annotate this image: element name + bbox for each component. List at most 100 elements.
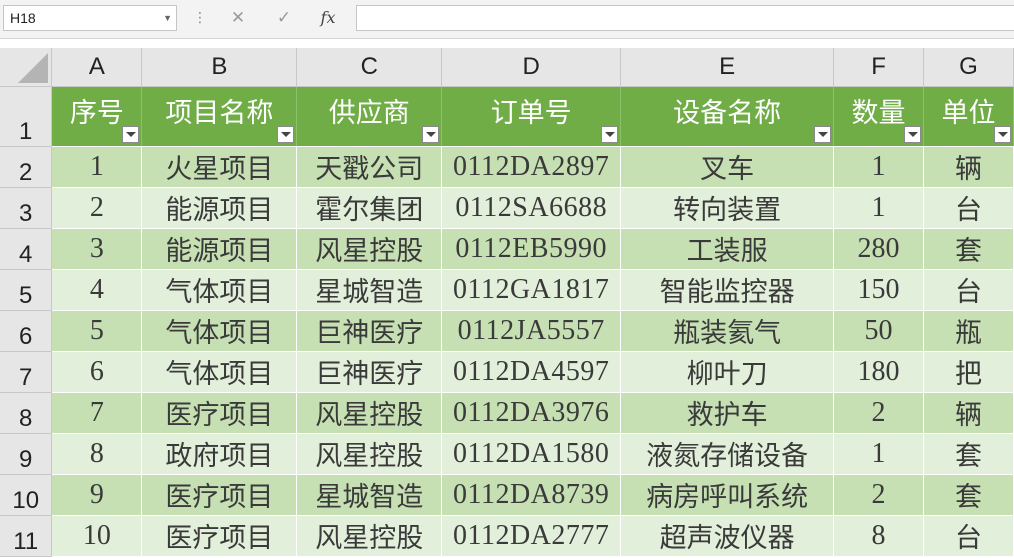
table-cell[interactable]: 50 [833,310,925,352]
filter-dropdown-icon[interactable] [994,125,1011,143]
name-box-dropdown-icon[interactable]: ▼ [163,6,172,30]
table-cell[interactable]: 转向装置 [620,187,835,229]
table-cell[interactable]: 气体项目 [141,310,298,352]
table-cell[interactable]: 气体项目 [141,351,298,393]
table-cell[interactable]: 0112EB5990 [441,228,622,270]
row-header[interactable]: 8 [0,392,53,434]
table-cell[interactable]: 巨神医疗 [296,310,443,352]
table-cell[interactable]: 巨神医疗 [296,351,443,393]
table-cell[interactable]: 150 [833,269,925,311]
table-cell[interactable]: 0112DA2897 [441,146,622,188]
column-header[interactable]: B [141,48,298,87]
filter-dropdown-icon[interactable] [422,125,440,143]
table-cell[interactable]: 2 [833,392,925,434]
table-cell[interactable]: 0112DA4597 [441,351,622,393]
column-header[interactable]: A [51,48,143,87]
filter-dropdown-icon[interactable] [904,125,922,143]
table-cell[interactable]: 智能监控器 [620,269,835,311]
table-header-cell[interactable]: 供应商 [296,86,443,147]
filter-dropdown-icon[interactable] [122,125,140,143]
column-header[interactable]: E [620,48,835,87]
name-box[interactable]: H18 ▼ [3,5,177,31]
table-cell[interactable]: 1 [833,187,925,229]
table-cell[interactable]: 瓶装氦气 [620,310,835,352]
table-cell[interactable]: 能源项目 [141,187,298,229]
table-cell[interactable]: 2 [51,187,143,229]
row-header[interactable]: 6 [0,310,53,352]
table-cell[interactable]: 9 [51,474,143,516]
table-cell[interactable]: 医疗项目 [141,474,298,516]
table-cell[interactable]: 1 [833,146,925,188]
row-header[interactable]: 5 [0,269,53,311]
table-cell[interactable]: 辆 [923,146,1014,188]
table-cell[interactable]: 台 [923,269,1014,311]
table-header-cell[interactable]: 项目名称 [141,86,298,147]
table-cell[interactable]: 天戳公司 [296,146,443,188]
filter-dropdown-icon[interactable] [601,125,619,143]
table-cell[interactable]: 台 [923,515,1014,557]
table-cell[interactable]: 风星控股 [296,392,443,434]
table-cell[interactable]: 3 [51,228,143,270]
table-cell[interactable]: 医疗项目 [141,515,298,557]
table-cell[interactable]: 1 [51,146,143,188]
row-header[interactable]: 4 [0,228,53,270]
table-cell[interactable]: 280 [833,228,925,270]
column-header[interactable]: F [833,48,925,87]
table-cell[interactable]: 政府项目 [141,433,298,475]
table-cell[interactable]: 霍尔集团 [296,187,443,229]
formula-input[interactable] [356,5,1014,31]
table-cell[interactable]: 10 [51,515,143,557]
table-header-cell[interactable]: 单位 [923,86,1014,147]
row-header[interactable]: 2 [0,146,53,188]
table-cell[interactable]: 病房呼叫系统 [620,474,835,516]
row-header[interactable]: 10 [0,474,53,516]
table-header-cell[interactable]: 订单号 [441,86,622,147]
table-cell[interactable]: 瓶 [923,310,1014,352]
table-cell[interactable]: 0112JA5557 [441,310,622,352]
table-cell[interactable]: 工装服 [620,228,835,270]
table-header-cell[interactable]: 设备名称 [620,86,835,147]
row-header[interactable]: 3 [0,187,53,229]
table-cell[interactable]: 套 [923,228,1014,270]
table-cell[interactable]: 0112DA8739 [441,474,622,516]
table-cell[interactable]: 医疗项目 [141,392,298,434]
table-header-cell[interactable]: 数量 [833,86,925,147]
enter-icon[interactable]: ✓ [271,7,297,29]
table-cell[interactable]: 星城智造 [296,474,443,516]
table-cell[interactable]: 气体项目 [141,269,298,311]
table-cell[interactable]: 2 [833,474,925,516]
table-cell[interactable]: 叉车 [620,146,835,188]
table-cell[interactable]: 液氮存储设备 [620,433,835,475]
table-cell[interactable]: 风星控股 [296,228,443,270]
table-cell[interactable]: 柳叶刀 [620,351,835,393]
table-cell[interactable]: 救护车 [620,392,835,434]
select-all-corner[interactable] [0,48,53,87]
column-header[interactable]: C [296,48,443,87]
row-header[interactable]: 1 [0,86,53,147]
table-cell[interactable]: 风星控股 [296,433,443,475]
table-cell[interactable]: 超声波仪器 [620,515,835,557]
table-cell[interactable]: 0112SA6688 [441,187,622,229]
table-cell[interactable]: 0112DA3976 [441,392,622,434]
table-cell[interactable]: 180 [833,351,925,393]
table-cell[interactable]: 套 [923,433,1014,475]
table-cell[interactable]: 辆 [923,392,1014,434]
column-header[interactable]: D [441,48,622,87]
table-cell[interactable]: 能源项目 [141,228,298,270]
table-cell[interactable]: 5 [51,310,143,352]
table-cell[interactable]: 1 [833,433,925,475]
row-header[interactable]: 7 [0,351,53,393]
table-cell[interactable]: 把 [923,351,1014,393]
table-cell[interactable]: 套 [923,474,1014,516]
table-cell[interactable]: 4 [51,269,143,311]
table-cell[interactable]: 0112DA1580 [441,433,622,475]
row-header[interactable]: 9 [0,433,53,475]
table-cell[interactable]: 8 [51,433,143,475]
insert-function-button[interactable]: fx [315,7,341,29]
table-header-cell[interactable]: 序号 [51,86,143,147]
row-header[interactable]: 11 [0,515,53,557]
table-cell[interactable]: 0112DA2777 [441,515,622,557]
filter-dropdown-icon[interactable] [814,125,832,143]
table-cell[interactable]: 7 [51,392,143,434]
cancel-icon[interactable]: ✕ [225,7,251,29]
